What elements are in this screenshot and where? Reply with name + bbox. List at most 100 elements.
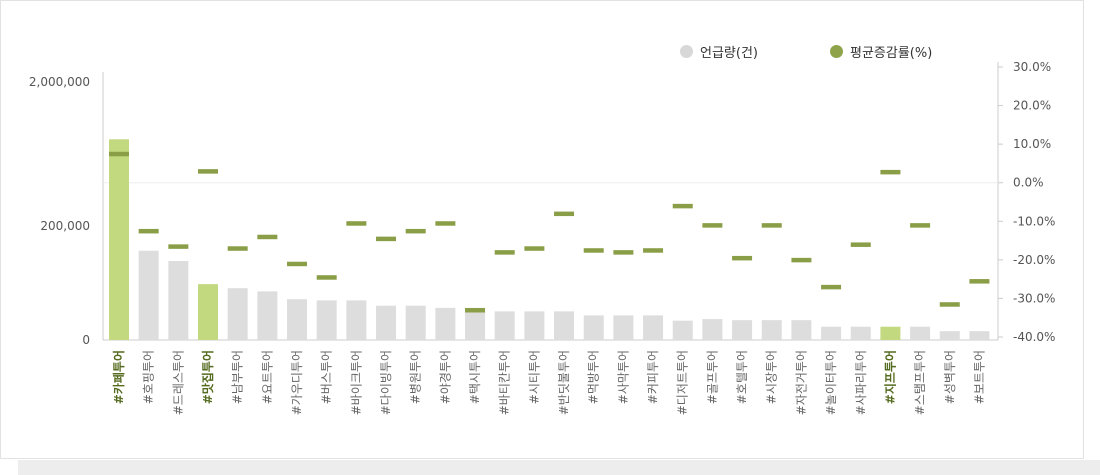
rate-marker-7 <box>287 261 308 267</box>
rate-marker-8 <box>316 275 337 280</box>
bar-20 <box>672 320 693 340</box>
x-tick-label: #호텔투어 <box>735 350 749 404</box>
x-tick-label: #병원투어 <box>409 350 423 404</box>
x-tick-label: #시장투어 <box>765 350 779 404</box>
right-tick-label: -30.0% <box>1013 291 1055 305</box>
bar-16 <box>554 311 575 340</box>
x-tick-label: #놀이터투어 <box>824 350 838 415</box>
x-tick-label: #택시투어 <box>468 350 482 404</box>
rate-marker-14 <box>494 250 515 255</box>
x-tick-label: #카페투어 <box>111 350 126 404</box>
left-tick-label: 0 <box>82 333 90 347</box>
x-tick-label: #가우디투어 <box>290 350 304 415</box>
rate-marker-15 <box>524 246 545 251</box>
x-tick-label: #반딧불투어 <box>557 350 571 415</box>
rate-marker-29 <box>939 302 960 307</box>
right-tick-label: 30.0% <box>1013 60 1051 74</box>
rate-marker-28 <box>910 223 931 228</box>
rate-marker-12 <box>435 221 456 226</box>
right-tick-label: -10.0% <box>1013 214 1055 228</box>
bar-25 <box>821 326 842 340</box>
rate-marker-25 <box>821 284 842 290</box>
x-tick-label: #드레스투어 <box>171 350 185 415</box>
x-tick-label: #남부투어 <box>231 350 245 404</box>
rate-marker-21 <box>702 223 723 228</box>
rate-marker-30 <box>969 279 990 284</box>
right-tick-label: 0.0% <box>1013 176 1044 190</box>
rate-marker-4 <box>198 169 219 174</box>
rate-marker-10 <box>376 236 397 242</box>
rate-marker-24 <box>791 257 812 263</box>
x-tick-label: #스탬프투어 <box>913 350 927 415</box>
x-tick-label: #요트투어 <box>260 350 274 404</box>
x-tick-label: #사막투어 <box>616 350 630 404</box>
bar-5 <box>227 288 248 340</box>
x-tick-label: #보트투어 <box>972 350 986 404</box>
bar-13 <box>465 307 486 340</box>
x-tick-label: #바이크투어 <box>349 350 363 415</box>
bar-15 <box>524 311 545 340</box>
rate-marker-20 <box>672 203 693 209</box>
right-tick-label: 10.0% <box>1013 137 1051 151</box>
bar-23 <box>761 320 782 340</box>
bar-28 <box>910 326 931 340</box>
left-tick-label: 200,000 <box>40 219 90 233</box>
rate-marker-22 <box>732 255 753 261</box>
x-tick-label: #호핑투어 <box>142 350 156 404</box>
bar-11 <box>405 305 426 340</box>
bar-21 <box>702 319 723 340</box>
rate-marker-3 <box>168 244 189 249</box>
bar-12 <box>435 307 456 340</box>
bar-26 <box>850 326 871 340</box>
bar-17 <box>583 315 604 340</box>
bar-3 <box>168 260 189 340</box>
x-tick-label: #커피투어 <box>646 350 660 404</box>
bar-19 <box>643 315 664 340</box>
rate-marker-9 <box>346 221 367 226</box>
rate-marker-13 <box>465 308 486 313</box>
bar-27 <box>880 326 901 340</box>
bar-7 <box>287 299 308 340</box>
bar-18 <box>613 315 634 340</box>
rate-marker-26 <box>850 242 871 247</box>
rate-marker-16 <box>554 211 575 217</box>
right-tick-label: 20.0% <box>1013 99 1051 113</box>
x-tick-label: #야경투어 <box>438 350 452 404</box>
bar-4 <box>198 284 219 340</box>
x-tick-label: #골프투어 <box>705 350 719 404</box>
bar-8 <box>316 300 337 340</box>
rate-marker-27 <box>880 169 901 175</box>
bar-22 <box>732 320 753 340</box>
rate-marker-17 <box>583 248 604 253</box>
combo-chart: 2,000,000 200,000 0 30.0% 20.0% 10.0% 0.0% -10.… <box>29 60 1056 415</box>
x-tick-label: #시티투어 <box>527 350 541 404</box>
rate-marker-5 <box>227 246 248 251</box>
x-tick-label: #다이빙투어 <box>379 350 393 415</box>
right-tick-label: -40.0% <box>1013 330 1055 344</box>
rate-marker-11 <box>405 228 426 234</box>
x-tick-label: #맛집투어 <box>200 350 215 404</box>
rate-marker-18 <box>613 250 634 255</box>
x-tick-label: #성벽투어 <box>943 350 957 404</box>
bar-10 <box>376 305 397 340</box>
rate-marker-6 <box>257 234 278 240</box>
x-tick-label: #디저트투어 <box>676 350 690 415</box>
x-tick-label: #먹방투어 <box>587 350 601 404</box>
x-tick-label: #자전거투어 <box>794 350 808 415</box>
x-tick-label: #버스투어 <box>320 350 334 404</box>
rate-marker-2 <box>138 228 159 234</box>
bar-9 <box>346 300 367 340</box>
bar-30 <box>969 331 990 340</box>
rate-marker-23 <box>761 223 782 228</box>
rate-marker-1 <box>109 151 129 157</box>
x-tick-label: #바티칸투어 <box>498 350 512 415</box>
bar-29 <box>939 331 960 340</box>
bar-2 <box>138 250 159 340</box>
rate-marker-19 <box>643 248 664 253</box>
bar-1 <box>109 139 129 340</box>
bar-6 <box>257 291 278 340</box>
x-tick-label: #사파리투어 <box>854 350 868 415</box>
right-tick-label: -20.0% <box>1013 253 1055 267</box>
bar-14 <box>494 311 515 340</box>
x-tick-label: #지프투어 <box>882 350 897 404</box>
